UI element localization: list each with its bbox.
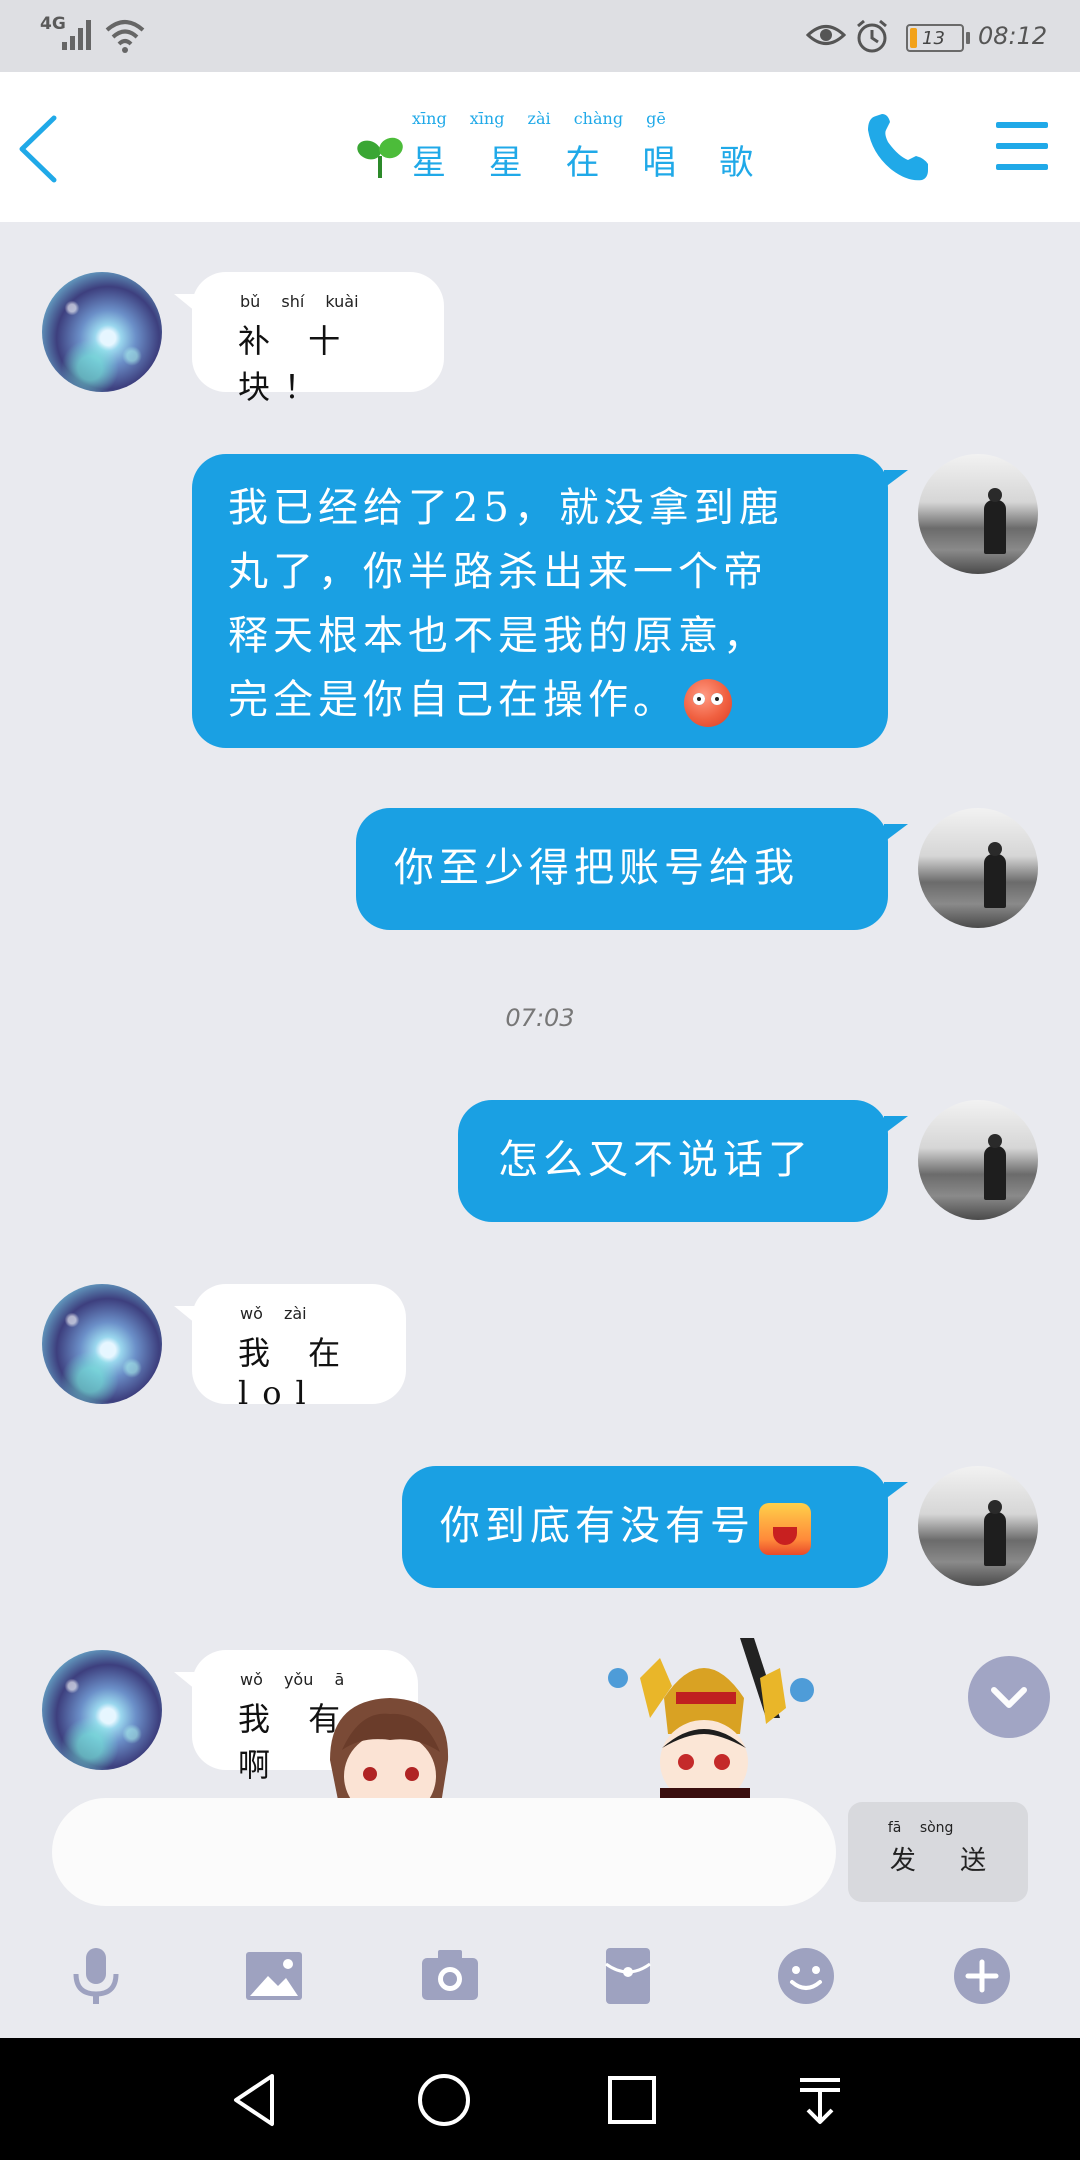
title-text: 星 星 在 唱 歌 xyxy=(412,143,770,183)
wifi-icon xyxy=(105,20,145,53)
message-list[interactable]: bǔ shí kuài 补 十 块！ 我已经给了25，就没拿到鹿 丸了，你半路杀… xyxy=(0,222,1080,1798)
send-pinyin: fā sòng xyxy=(887,1820,954,1836)
message-text: 你到底有没有号 xyxy=(440,1503,755,1549)
menu-icon[interactable] xyxy=(994,116,1050,176)
message-input[interactable] xyxy=(52,1798,836,1906)
chat-title[interactable]: xīng xīng zài chàng gē 星 星 在 唱 歌 xyxy=(356,109,770,184)
send-label: 发 送 xyxy=(889,1846,1005,1876)
my-avatar[interactable] xyxy=(918,454,1038,574)
incoming-message[interactable]: bǔ shí kuài 补 十 块！ xyxy=(174,272,444,406)
send-button[interactable]: fā sòng 发 送 xyxy=(848,1802,1028,1902)
message-pinyin: wǒ yǒu ā xyxy=(240,1670,345,1689)
anime-boy-sticker[interactable] xyxy=(320,1690,460,1798)
system-navigation-bar xyxy=(0,2038,1080,2160)
eye-comfort-icon xyxy=(806,25,846,45)
signal-icon xyxy=(62,20,91,50)
microphone-icon[interactable] xyxy=(64,1944,128,2008)
scroll-to-bottom-button[interactable] xyxy=(968,1656,1050,1738)
outgoing-message[interactable]: 怎么又不说话了 xyxy=(458,1100,908,1222)
red-surprised-face-emoji xyxy=(684,679,732,727)
alarm-icon xyxy=(857,19,887,53)
chat-header: xīng xīng zài chàng gē 星 星 在 唱 歌 xyxy=(0,72,1080,222)
message-text: 怎么又不说话了 xyxy=(498,1137,813,1183)
plus-icon[interactable] xyxy=(950,1944,1014,2008)
title-pinyin: xīng xīng zài chàng gē xyxy=(412,109,666,128)
my-avatar[interactable] xyxy=(918,1100,1038,1220)
nav-recents-icon[interactable] xyxy=(600,2068,664,2132)
message-text: 补 十 块！ xyxy=(238,322,355,406)
my-avatar[interactable] xyxy=(918,1466,1038,1586)
friend-avatar[interactable] xyxy=(42,1284,162,1404)
outgoing-message[interactable]: 你到底有没有号 xyxy=(402,1466,908,1588)
camera-icon[interactable] xyxy=(418,1944,482,2008)
friend-avatar[interactable] xyxy=(42,1650,162,1770)
image-icon[interactable] xyxy=(242,1944,306,2008)
message-timestamp: 07:03 xyxy=(505,1004,575,1032)
friend-avatar[interactable] xyxy=(42,272,162,392)
message-line: 完全是你自己在操作。 xyxy=(228,677,678,723)
sprout-icon xyxy=(357,137,403,178)
message-text: 你至少得把账号给我 xyxy=(394,845,799,891)
message-pinyin: bǔ shí kuài xyxy=(240,292,359,311)
red-packet-icon[interactable] xyxy=(596,1944,660,2008)
message-pinyin: wǒ zài xyxy=(240,1304,307,1323)
input-row: fā sòng 发 送 xyxy=(0,1798,1080,1922)
message-line: 释天根本也不是我的原意， xyxy=(228,613,768,659)
incoming-message[interactable]: wǒ zài 我 在 lol xyxy=(174,1284,406,1412)
chevron-down-icon xyxy=(991,1687,1027,1708)
message-line: 我已经给了25，就没拿到鹿 xyxy=(228,485,784,531)
my-avatar[interactable] xyxy=(918,808,1038,928)
emoji-icon[interactable] xyxy=(774,1944,838,2008)
phone-call-icon[interactable] xyxy=(862,110,932,184)
rage-face-emoji xyxy=(759,1503,811,1555)
message-line: 丸了，你半路杀出来一个帝 xyxy=(228,549,768,595)
nav-notification-pulldown-icon[interactable] xyxy=(788,2068,852,2132)
back-arrow-icon[interactable] xyxy=(14,112,64,186)
battery-icon: 13 xyxy=(906,24,964,52)
message-text: 我 在 lol xyxy=(238,1334,355,1412)
opera-character-sticker[interactable] xyxy=(580,1638,830,1798)
outgoing-message[interactable]: 我已经给了25，就没拿到鹿 丸了，你半路杀出来一个帝 释天根本也不是我的原意， … xyxy=(192,454,908,748)
nav-home-icon[interactable] xyxy=(412,2068,476,2132)
input-toolbar xyxy=(0,1922,1080,2038)
status-bar: 4G 13 08:12 xyxy=(0,0,1080,72)
battery-level: 13 xyxy=(922,28,945,49)
outgoing-message[interactable]: 你至少得把账号给我 xyxy=(356,808,908,930)
nav-back-icon[interactable] xyxy=(224,2068,288,2132)
clock: 08:12 xyxy=(978,22,1048,50)
